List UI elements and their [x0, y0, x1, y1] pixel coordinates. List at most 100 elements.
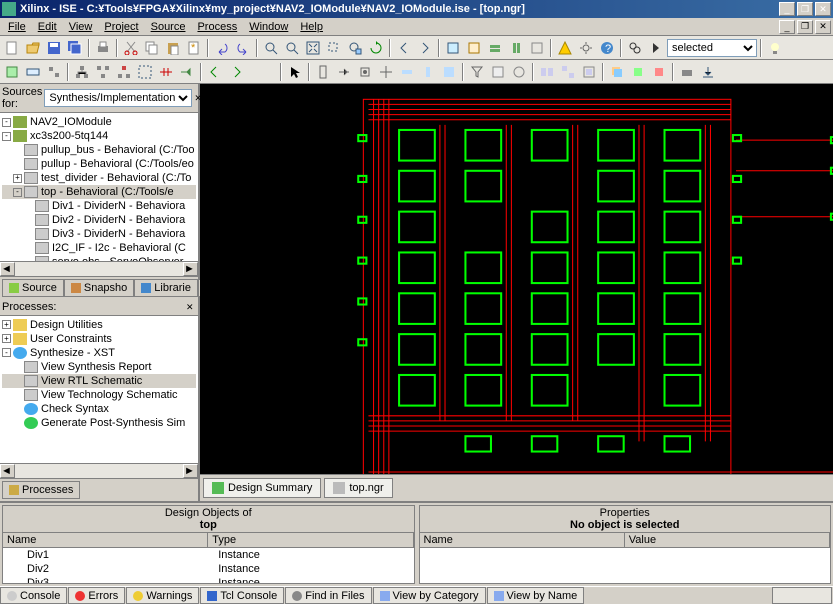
col-name[interactable]: Name [3, 533, 208, 547]
sources-combo[interactable]: Synthesis/Implementation [44, 89, 192, 107]
properties-rows[interactable] [420, 548, 831, 583]
search-combo[interactable]: selected [667, 39, 757, 57]
lightbulb-icon[interactable] [765, 38, 785, 58]
col-prop-value[interactable]: Value [625, 533, 830, 547]
zoom-fit-icon[interactable] [303, 38, 323, 58]
nav-tool-7-icon[interactable] [439, 62, 459, 82]
hierarchy-down-icon[interactable] [93, 62, 113, 82]
filter-tool-2-icon[interactable] [488, 62, 508, 82]
col-type[interactable]: Type [208, 533, 413, 547]
menu-project[interactable]: Project [98, 21, 144, 33]
tree-item[interactable]: View Technology Schematic [2, 388, 196, 402]
tab-sources[interactable]: Source [2, 279, 64, 297]
nets-icon[interactable] [156, 62, 176, 82]
zoom-area-icon[interactable] [324, 38, 344, 58]
stab-find[interactable]: Find in Files [285, 587, 371, 604]
copy-icon[interactable] [142, 38, 162, 58]
tab-processes[interactable]: Processes [2, 481, 80, 499]
new-icon[interactable] [2, 38, 22, 58]
mdi-close-button[interactable]: ✕ [815, 20, 831, 34]
stab-tcl[interactable]: Tcl Console [200, 587, 284, 604]
stab-errors[interactable]: Errors [68, 587, 125, 604]
nav-tool-2-icon[interactable] [334, 62, 354, 82]
close-button[interactable]: ✕ [815, 2, 831, 16]
hierarchy-up-icon[interactable] [72, 62, 92, 82]
tree-item[interactable]: Div3 - DividerN - Behaviora [2, 227, 196, 241]
mdi-minimize-button[interactable]: _ [779, 20, 795, 34]
refresh-icon[interactable] [366, 38, 386, 58]
minimize-button[interactable]: _ [779, 2, 795, 16]
zoom-out-icon[interactable] [282, 38, 302, 58]
menu-source[interactable]: Source [145, 21, 192, 33]
tree-item[interactable]: I2C_IF - I2c - Behavioral (C [2, 241, 196, 255]
tree-item[interactable]: +User Constraints [2, 332, 196, 346]
nav-tool-6-icon[interactable] [418, 62, 438, 82]
tab-libraries[interactable]: Librarie [134, 279, 198, 297]
hierarchy-top-icon[interactable] [114, 62, 134, 82]
schem-tool-1-icon[interactable] [2, 62, 22, 82]
menu-help[interactable]: Help [294, 21, 329, 33]
tree-item[interactable]: -top - Behavioral (C:/Tools/e [2, 185, 196, 199]
tree-item[interactable]: pullup - Behavioral (C:/Tools/eo [2, 157, 196, 171]
stab-view-name[interactable]: View by Name [487, 587, 585, 604]
filter-tool-1-icon[interactable] [467, 62, 487, 82]
paste-icon[interactable] [163, 38, 183, 58]
open-icon[interactable] [23, 38, 43, 58]
view-tool-1-icon[interactable] [537, 62, 557, 82]
save-icon[interactable] [44, 38, 64, 58]
find-icon[interactable] [625, 38, 645, 58]
zoom-in-icon[interactable] [261, 38, 281, 58]
schem-tool-3-icon[interactable] [44, 62, 64, 82]
object-row[interactable]: Div3Instance [3, 576, 414, 583]
menu-window[interactable]: Window [243, 21, 294, 33]
next-icon[interactable] [226, 62, 246, 82]
layer-tool-2-icon[interactable] [628, 62, 648, 82]
tree-item[interactable]: Div1 - DividerN - Behaviora [2, 199, 196, 213]
tree-item[interactable]: +test_divider - Behavioral (C:/To [2, 171, 196, 185]
help-icon[interactable]: ? [597, 38, 617, 58]
tree-item[interactable]: Check Syntax [2, 402, 196, 416]
design-objects-rows[interactable]: Div1InstanceDiv2InstanceDiv3Instance [3, 548, 414, 583]
view-tool-2-icon[interactable] [558, 62, 578, 82]
nav-tool-1-icon[interactable] [313, 62, 333, 82]
tree-item[interactable]: View RTL Schematic [2, 374, 196, 388]
tree-item[interactable]: View Synthesis Report [2, 360, 196, 374]
view-tool-3-icon[interactable] [579, 62, 599, 82]
filter-tool-3-icon[interactable] [509, 62, 529, 82]
mdi-restore-button[interactable]: ❐ [797, 20, 813, 34]
processes-tree[interactable]: +Design Utilities+User Constraints-Synth… [0, 316, 198, 464]
undo-icon[interactable] [212, 38, 232, 58]
processes-hscroll[interactable]: ◄► [0, 463, 198, 478]
launch-icon[interactable] [555, 38, 575, 58]
previous-icon[interactable] [205, 62, 225, 82]
menu-process[interactable]: Process [191, 21, 243, 33]
new-source-icon[interactable]: * [184, 38, 204, 58]
col-prop-name[interactable]: Name [420, 533, 625, 547]
zoom-selection-icon[interactable] [345, 38, 365, 58]
ports-icon[interactable] [177, 62, 197, 82]
object-row[interactable]: Div2Instance [3, 562, 414, 576]
menu-file[interactable]: File [2, 21, 32, 33]
tool-e-icon[interactable] [527, 38, 547, 58]
pointer-icon[interactable] [285, 62, 305, 82]
select-all-icon[interactable] [135, 62, 155, 82]
tab-snapshot[interactable]: Snapsho [64, 279, 134, 297]
layer-tool-3-icon[interactable] [649, 62, 669, 82]
tool-a-icon[interactable] [443, 38, 463, 58]
sources-hscroll[interactable]: ◄► [0, 261, 198, 276]
back-icon[interactable] [394, 38, 414, 58]
tool-c-icon[interactable] [485, 38, 505, 58]
tree-item[interactable]: pullup_bus - Behavioral (C:/Too [2, 143, 196, 157]
find-next-icon[interactable] [646, 38, 666, 58]
sources-tree[interactable]: -NAV2_IOModule-xc3s200-5tq144pullup_bus … [0, 113, 198, 261]
stab-view-category[interactable]: View by Category [373, 587, 486, 604]
processes-close-icon[interactable]: ✕ [186, 302, 196, 312]
save-all-icon[interactable] [65, 38, 85, 58]
forward-icon[interactable] [415, 38, 435, 58]
tree-item[interactable]: -NAV2_IOModule [2, 115, 196, 129]
nav-tool-5-icon[interactable] [397, 62, 417, 82]
tool-b-icon[interactable] [464, 38, 484, 58]
tab-top-ngr[interactable]: top.ngr [324, 478, 392, 498]
schematic-viewer[interactable] [200, 84, 833, 474]
layer-tool-1-icon[interactable] [607, 62, 627, 82]
